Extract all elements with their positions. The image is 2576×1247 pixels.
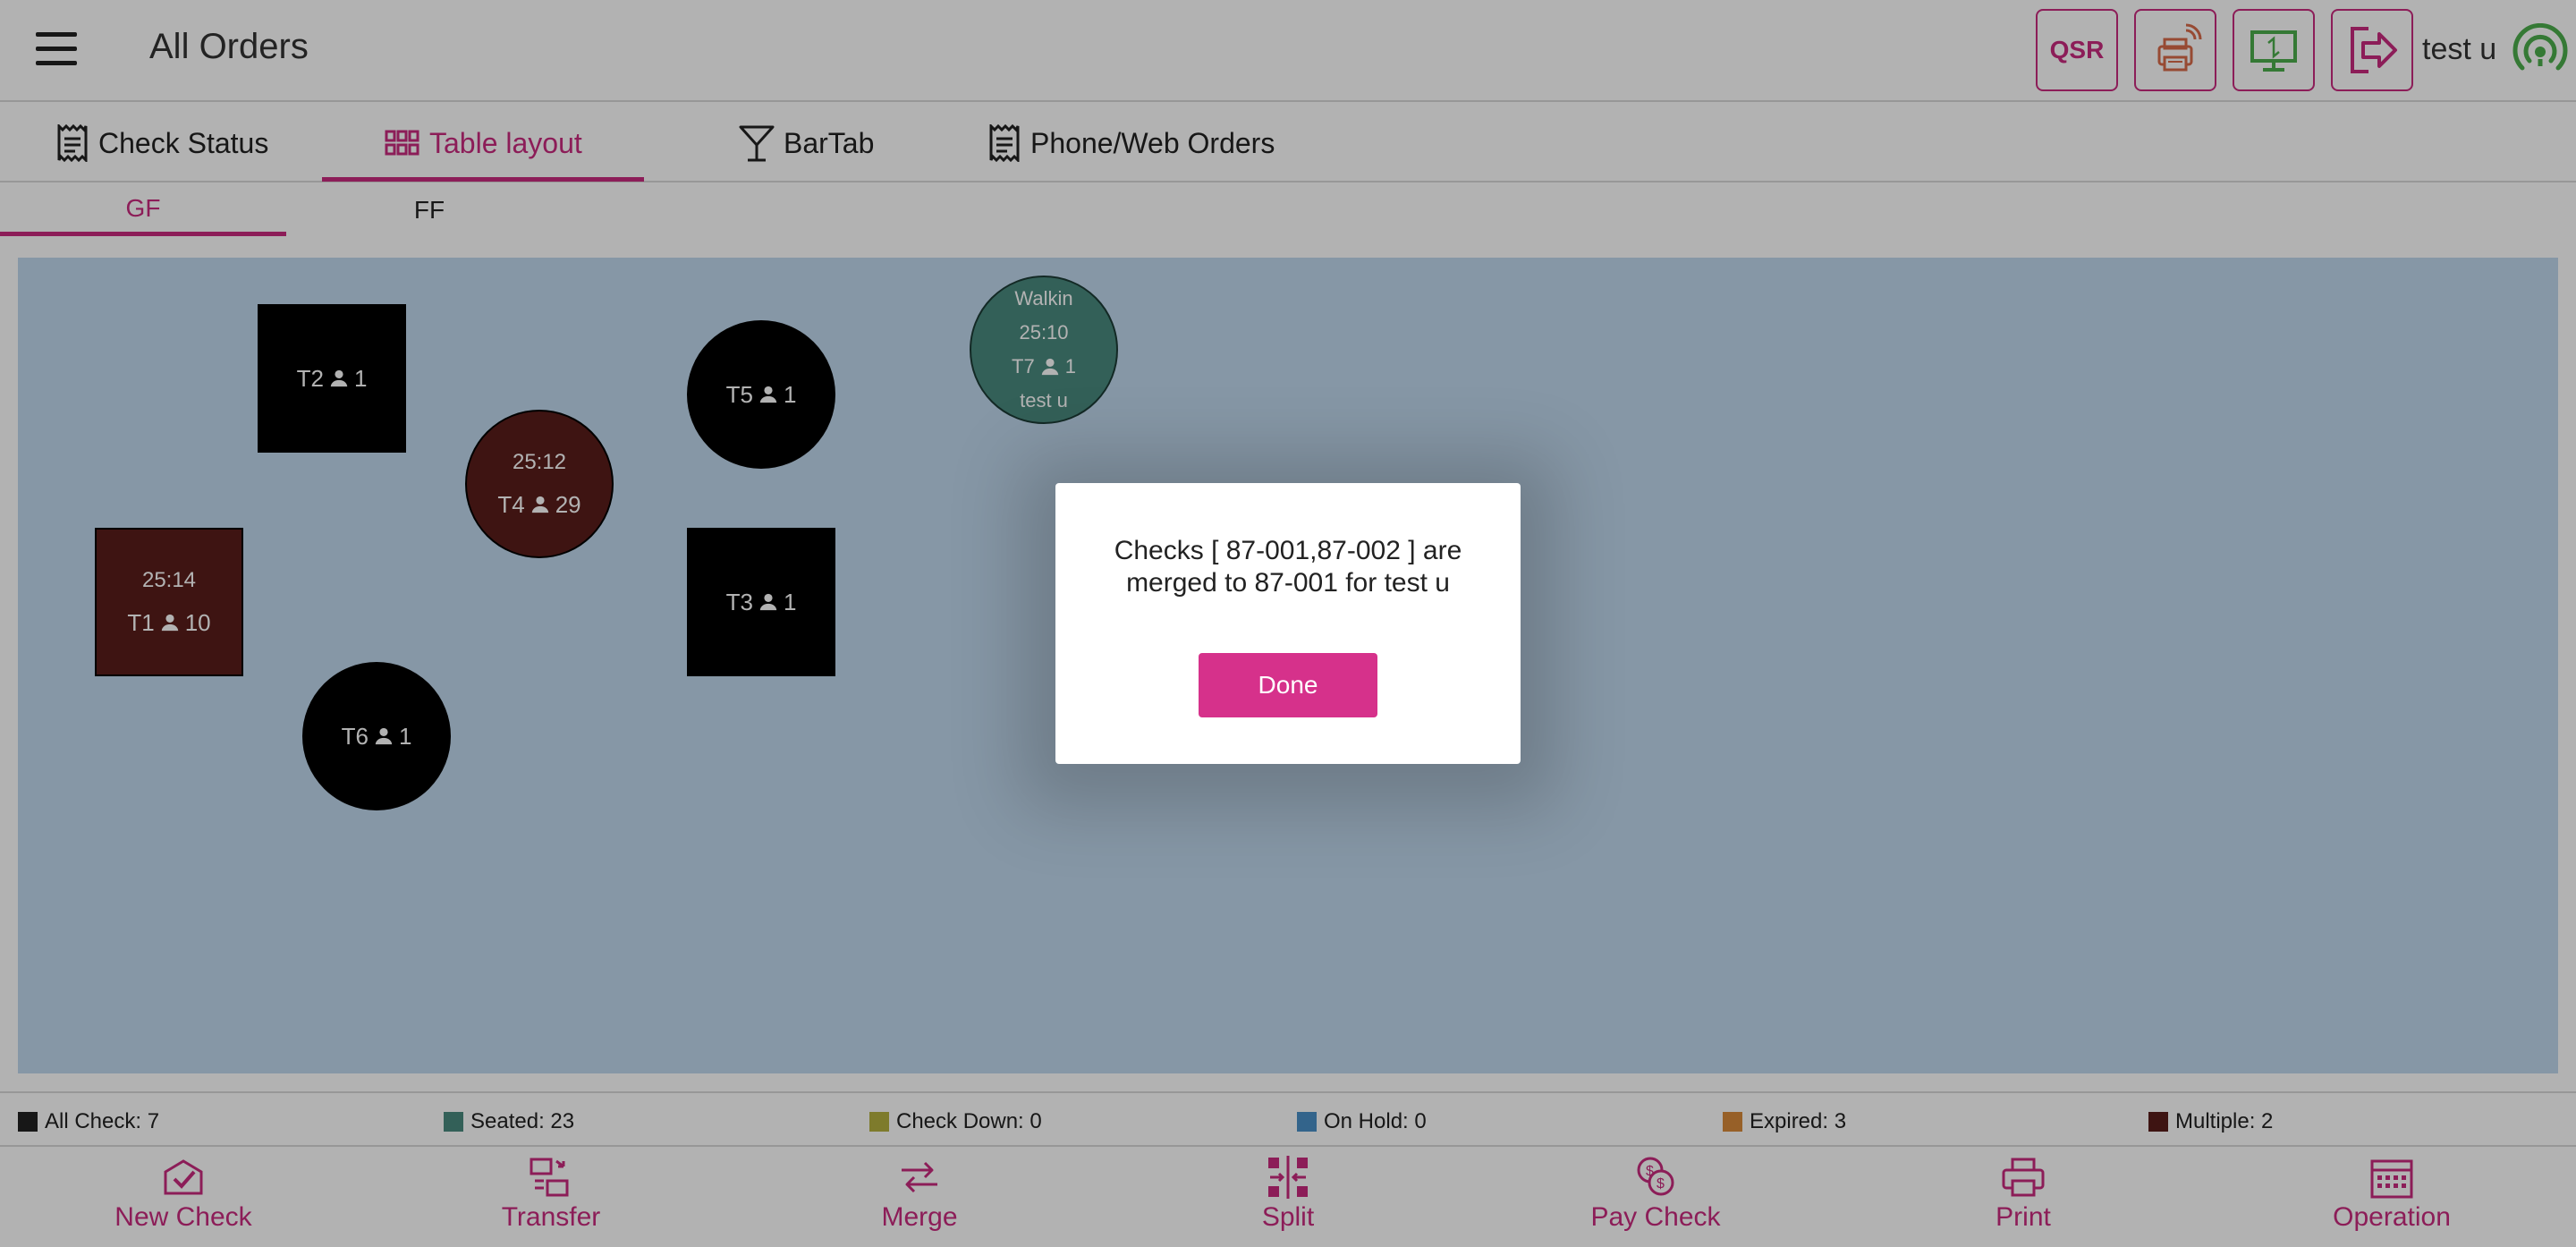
merge-confirmation-dialog: Checks [ 87-001,87-002 ] are merged to 8… <box>1055 483 1521 764</box>
dialog-message: Checks [ 87-001,87-002 ] are merged to 8… <box>1114 536 1462 598</box>
done-button[interactable]: Done <box>1199 653 1377 717</box>
